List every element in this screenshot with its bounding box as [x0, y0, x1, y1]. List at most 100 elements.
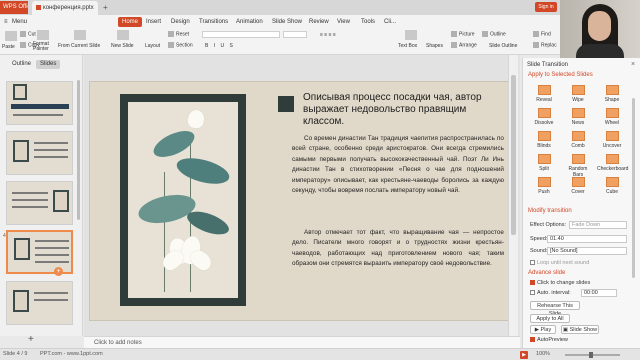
slide-thumbnail[interactable] [6, 131, 73, 175]
menu-icon[interactable]: ≡ [4, 17, 8, 27]
format-painter-icon[interactable] [37, 30, 49, 40]
on-click-checkbox[interactable]: Click to change slides [530, 280, 590, 286]
slide-paragraph-2[interactable]: Автор отмечает тот факт, что выращивание… [292, 228, 504, 270]
document-tab-label: конференция.pptx [43, 5, 94, 11]
effect-reveal[interactable]: Reveal [529, 85, 559, 103]
menu-home[interactable]: Home [118, 17, 143, 27]
section-button[interactable]: Section [168, 42, 193, 48]
paste-icon[interactable] [5, 31, 17, 41]
play-from-current-icon[interactable] [74, 30, 86, 40]
font-size-select[interactable] [283, 31, 307, 38]
tab-slides[interactable]: Slides [36, 60, 61, 69]
auto-interval-checkbox[interactable]: Auto. interval: [530, 290, 571, 296]
zoom-level[interactable]: 100% [536, 349, 550, 360]
find-icon [533, 31, 539, 37]
autopreview-checkbox[interactable]: AutoPreview [530, 337, 568, 343]
cut-button[interactable]: Cut [20, 31, 36, 37]
effect-options-select[interactable]: Fade Down [569, 221, 627, 229]
app-tab[interactable]: WPS Office [0, 1, 28, 14]
title-bar: WPS Office конференция.pptx + Sign in [0, 0, 560, 15]
menu-view[interactable]: View [337, 17, 350, 27]
effect-wipe[interactable]: Wipe [563, 85, 593, 103]
slide-show-button[interactable]: ▣ Slide Show [561, 325, 599, 334]
picture-frame[interactable] [120, 94, 246, 306]
menu-search[interactable]: Cli... [384, 17, 396, 27]
replace-button[interactable]: Replac [533, 42, 557, 48]
paste-button[interactable]: Paste [2, 44, 15, 50]
close-icon[interactable]: × [631, 61, 635, 68]
new-slide-icon[interactable] [117, 30, 129, 40]
effect-comb[interactable]: Comb [563, 131, 593, 149]
zoom-slider[interactable] [565, 352, 620, 358]
menu-animation[interactable]: Animation [236, 17, 263, 27]
menu-design[interactable]: Design [171, 17, 190, 27]
effect-split[interactable]: Split [529, 154, 559, 172]
document-tab[interactable]: конференция.pptx [32, 1, 98, 15]
effect-dissolve[interactable]: Dissolve [529, 108, 559, 126]
alignment-buttons[interactable]: ≡ ≡ ≡ ≡ [320, 32, 336, 38]
effect-uncover[interactable]: Uncover [597, 131, 627, 149]
new-tab-icon[interactable]: + [103, 1, 108, 14]
slide-panel-scrollbar[interactable] [77, 80, 80, 220]
effect-news[interactable]: News [563, 108, 593, 126]
slide-thumbnail[interactable] [6, 181, 73, 225]
effect-cover[interactable]: Cover [563, 177, 593, 195]
apply-to-all-button[interactable]: Apply to All [530, 314, 570, 323]
reset-button[interactable]: Reset [168, 31, 189, 37]
outline-button[interactable]: Outline [482, 31, 506, 37]
effect-shape[interactable]: Shape [597, 85, 627, 103]
rehearse-button[interactable]: Rehearse This Slide [530, 301, 580, 317]
add-slide-icon[interactable]: + [28, 334, 34, 345]
layout-button[interactable]: Layout [145, 43, 160, 49]
slide-thumbnail[interactable] [6, 281, 73, 325]
slide-title[interactable]: Описывая процесс посадки чая, автор выра… [303, 92, 503, 128]
menu-menu[interactable]: Menu [12, 17, 27, 27]
auto-interval-input[interactable]: 00:00 [581, 289, 617, 297]
effect-checkerboard[interactable]: Checkerboard [597, 154, 628, 172]
canvas-scrollbar[interactable] [508, 55, 518, 336]
new-slide-button[interactable]: New Slide [111, 43, 134, 49]
tab-outline[interactable]: Outline [12, 60, 31, 69]
shapes-button[interactable]: Shapes [426, 43, 443, 49]
slide[interactable]: Описывая процесс посадки чая, автор выра… [89, 81, 513, 321]
menu-tools[interactable]: Tools [361, 17, 375, 27]
slideshow-play-icon[interactable]: ▶ [520, 351, 528, 359]
menu-transitions[interactable]: Transitions [199, 17, 228, 27]
menu-insert[interactable]: Insert [146, 17, 161, 27]
text-box-button[interactable]: Text Box [398, 43, 417, 49]
slide-outline-button[interactable]: Slide Outline [489, 43, 517, 49]
text-box-icon[interactable] [405, 30, 417, 40]
slide-paragraph-1[interactable]: Со времен династии Тан традиция чаепития… [292, 134, 504, 196]
sign-in-button[interactable]: Sign in [535, 2, 557, 12]
menu-slide-show[interactable]: Slide Show [272, 17, 302, 27]
picture-button[interactable]: Picture [451, 31, 475, 37]
effect-wheel[interactable]: Wheel [597, 108, 627, 126]
lotus-painting [128, 102, 238, 298]
slide-thumbnail[interactable] [6, 81, 73, 125]
pane-scrollbar[interactable] [632, 98, 635, 278]
from-current-slide-button[interactable]: From Current Slide [58, 43, 100, 49]
effect-options-label: Effect Options: [530, 222, 566, 228]
text-format-buttons[interactable]: B I U S [205, 43, 235, 49]
format-painter-button[interactable]: Format Painter [33, 42, 51, 52]
play-button[interactable]: ▶ Play [530, 325, 556, 334]
arrange-button[interactable]: Arrange [451, 42, 477, 48]
find-button[interactable]: Find [533, 31, 551, 37]
add-slide-button[interactable]: + [54, 267, 63, 276]
effect-random-bars[interactable]: Random Bars [563, 154, 593, 178]
menu-bar: ≡ Menu Home Insert Design Transitions An… [0, 15, 560, 28]
slide-thumbnail-selected[interactable]: 4 + [3, 230, 73, 276]
slide-canvas[interactable]: Описывая процесс посадки чая, автор выра… [84, 55, 520, 336]
loop-checkbox[interactable]: Loop until next sound [530, 260, 589, 266]
slide-panel: Outline Slides 4 + + [0, 55, 83, 345]
effect-blinds[interactable]: Blinds [529, 131, 559, 149]
effect-cube[interactable]: Cube [597, 177, 627, 195]
arrange-icon [451, 42, 457, 48]
speed-input[interactable]: 01.40 [547, 235, 627, 243]
notes-pane[interactable]: Click to add notes [84, 336, 520, 348]
apply-selected-heading: Apply to Selected Slides [528, 72, 593, 78]
sound-select[interactable]: [No Sound] [547, 247, 627, 255]
font-name-select[interactable] [202, 31, 280, 38]
effect-push[interactable]: Push [529, 177, 559, 195]
menu-review[interactable]: Review [309, 17, 329, 27]
